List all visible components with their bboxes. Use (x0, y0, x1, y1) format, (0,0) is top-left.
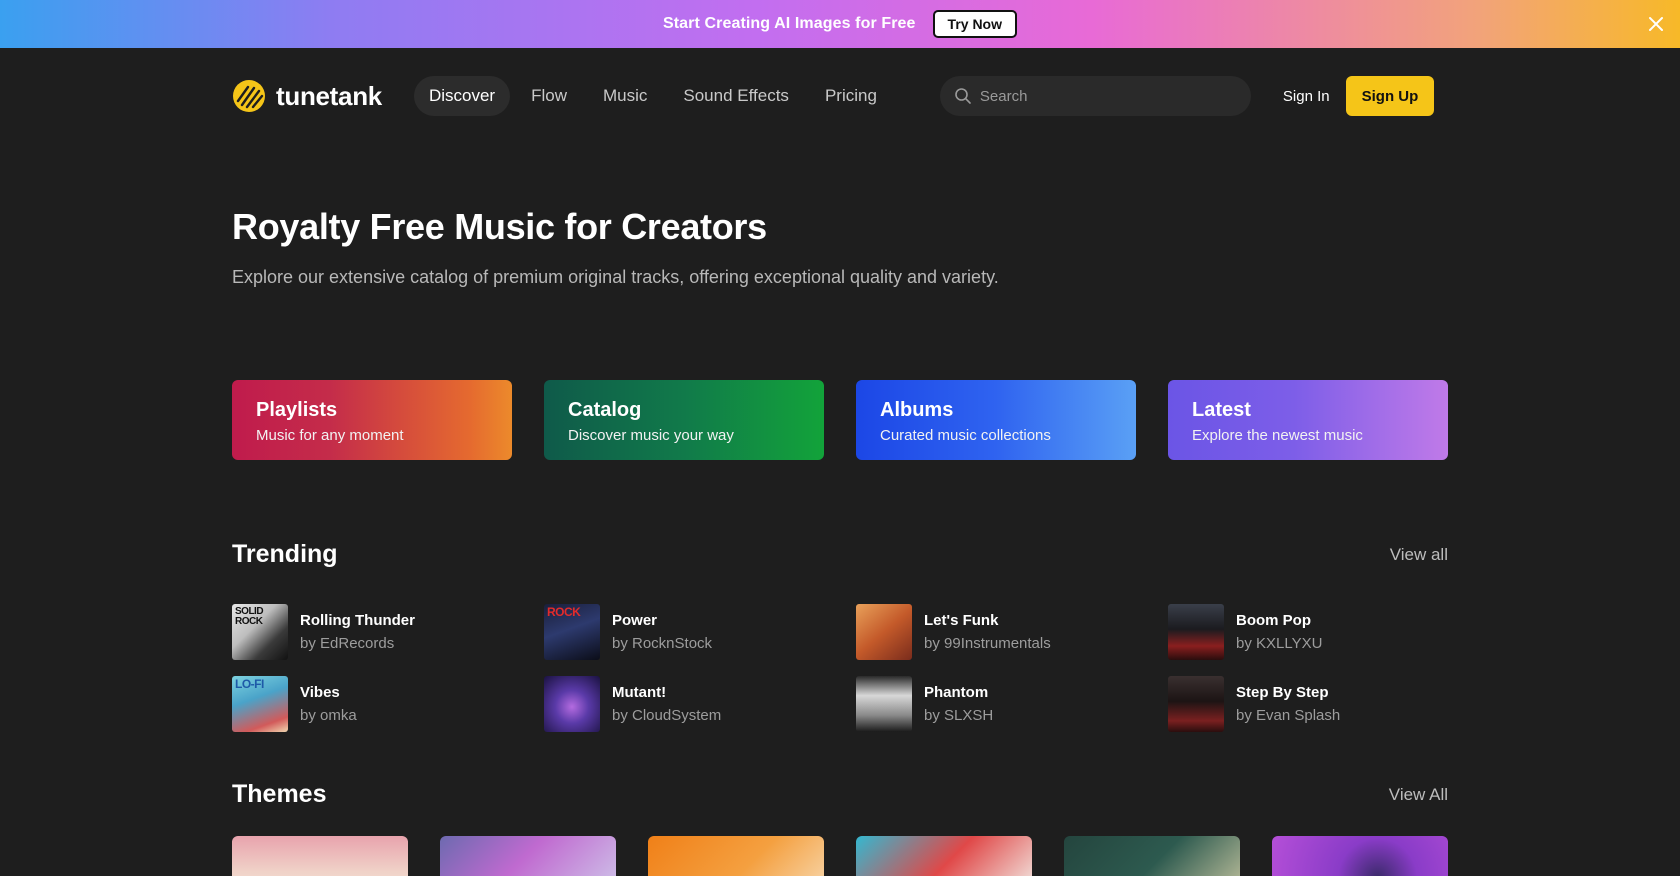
card-subtitle: Discover music your way (568, 427, 734, 444)
card-title: Albums (880, 399, 954, 421)
try-now-button[interactable]: Try Now (932, 10, 1018, 38)
card-latest[interactable]: Latest Explore the newest music (1168, 380, 1448, 460)
card-title: Catalog (568, 399, 642, 421)
trending-view-all-link[interactable]: View all (1390, 545, 1448, 565)
track-item[interactable]: ROCK Power by RocknStock (544, 604, 856, 660)
track-artist[interactable]: by omka (300, 707, 357, 724)
album-art[interactable] (856, 604, 912, 660)
track-title[interactable]: Power (612, 612, 712, 629)
track-artist[interactable]: by RocknStock (612, 635, 712, 652)
album-art[interactable]: ROCK (544, 604, 600, 660)
album-art-text: LO-FI (235, 677, 264, 691)
album-art-text: SOLID ROCK (235, 606, 264, 627)
track-artist[interactable]: by Evan Splash (1236, 707, 1340, 724)
themes-title: Themes (232, 780, 327, 808)
card-subtitle: Explore the newest music (1192, 427, 1363, 444)
track-title[interactable]: Let's Funk (924, 612, 1051, 629)
track-title[interactable]: Phantom (924, 684, 993, 701)
close-icon[interactable] (1646, 14, 1666, 34)
track-artist[interactable]: by SLXSH (924, 707, 993, 724)
track-item[interactable]: Step By Step by Evan Splash (1168, 676, 1480, 732)
track-item[interactable]: Let's Funk by 99Instrumentals (856, 604, 1168, 660)
search-input[interactable] (979, 87, 1230, 105)
track-artist[interactable]: by CloudSystem (612, 707, 721, 724)
trending-list: SOLID ROCK Rolling Thunder by EdRecords … (232, 604, 1448, 732)
track-artist[interactable]: by KXLLYXU (1236, 635, 1322, 652)
theme-card[interactable] (232, 836, 408, 876)
album-art[interactable] (1168, 676, 1224, 732)
brand-logo[interactable]: tunetank (232, 79, 382, 113)
category-cards: Playlists Music for any moment Catalog D… (232, 380, 1448, 460)
album-art[interactable] (856, 676, 912, 732)
search-box[interactable] (939, 76, 1251, 116)
track-item[interactable]: Mutant! by CloudSystem (544, 676, 856, 732)
card-catalog[interactable]: Catalog Discover music your way (544, 380, 824, 460)
trending-header: Trending View all (232, 540, 1448, 569)
album-art[interactable]: SOLID ROCK (232, 604, 288, 660)
card-title: Latest (1192, 399, 1251, 421)
track-title[interactable]: Mutant! (612, 684, 721, 701)
track-artist[interactable]: by EdRecords (300, 635, 415, 652)
album-art[interactable] (1168, 604, 1224, 660)
card-subtitle: Music for any moment (256, 427, 404, 444)
nav-links: Discover Flow Music Sound Effects Pricin… (413, 76, 892, 116)
album-art[interactable] (544, 676, 600, 732)
top-nav: tunetank Discover Flow Music Sound Effec… (232, 76, 1448, 116)
track-item[interactable]: Phantom by SLXSH (856, 676, 1168, 732)
card-subtitle: Curated music collections (880, 427, 1051, 444)
themes-view-all-link[interactable]: View All (1389, 785, 1448, 805)
theme-card[interactable] (440, 836, 616, 876)
page-title: Royalty Free Music for Creators (232, 206, 767, 247)
card-playlists[interactable]: Playlists Music for any moment (232, 380, 512, 460)
track-title[interactable]: Vibes (300, 684, 357, 701)
themes-header: Themes View All (232, 780, 1448, 809)
page-subtitle: Explore our extensive catalog of premium… (232, 267, 999, 287)
brand-name: tunetank (276, 80, 382, 111)
track-title[interactable]: Step By Step (1236, 684, 1340, 701)
sign-in-link[interactable]: Sign In (1283, 88, 1330, 105)
theme-card[interactable] (856, 836, 1032, 876)
theme-card[interactable] (648, 836, 824, 876)
nav-sound-effects[interactable]: Sound Effects (668, 76, 804, 116)
album-art-text: ROCK (547, 605, 581, 619)
nav-discover[interactable]: Discover (413, 76, 511, 116)
track-item[interactable]: SOLID ROCK Rolling Thunder by EdRecords (232, 604, 544, 660)
track-item[interactable]: LO-FI Vibes by omka (232, 676, 544, 732)
trending-title: Trending (232, 540, 338, 568)
track-artist[interactable]: by 99Instrumentals (924, 635, 1051, 652)
card-title: Playlists (256, 399, 338, 421)
album-art[interactable]: LO-FI (232, 676, 288, 732)
track-item[interactable]: Boom Pop by KXLLYXU (1168, 604, 1480, 660)
sign-up-button[interactable]: Sign Up (1345, 76, 1435, 116)
promo-banner: Start Creating AI Images for Free Try No… (0, 0, 1680, 48)
search-icon (955, 88, 971, 104)
promo-text: Start Creating AI Images for Free (662, 15, 916, 32)
nav-pricing[interactable]: Pricing (810, 76, 892, 116)
nav-flow[interactable]: Flow (516, 76, 582, 116)
card-albums[interactable]: Albums Curated music collections (856, 380, 1136, 460)
nav-music[interactable]: Music (588, 76, 662, 116)
theme-card[interactable] (1272, 836, 1448, 876)
themes-list (232, 836, 1448, 876)
track-title[interactable]: Rolling Thunder (300, 612, 415, 629)
theme-card[interactable] (1064, 836, 1240, 876)
tunetank-logo-icon (233, 80, 265, 112)
track-title[interactable]: Boom Pop (1236, 612, 1322, 629)
